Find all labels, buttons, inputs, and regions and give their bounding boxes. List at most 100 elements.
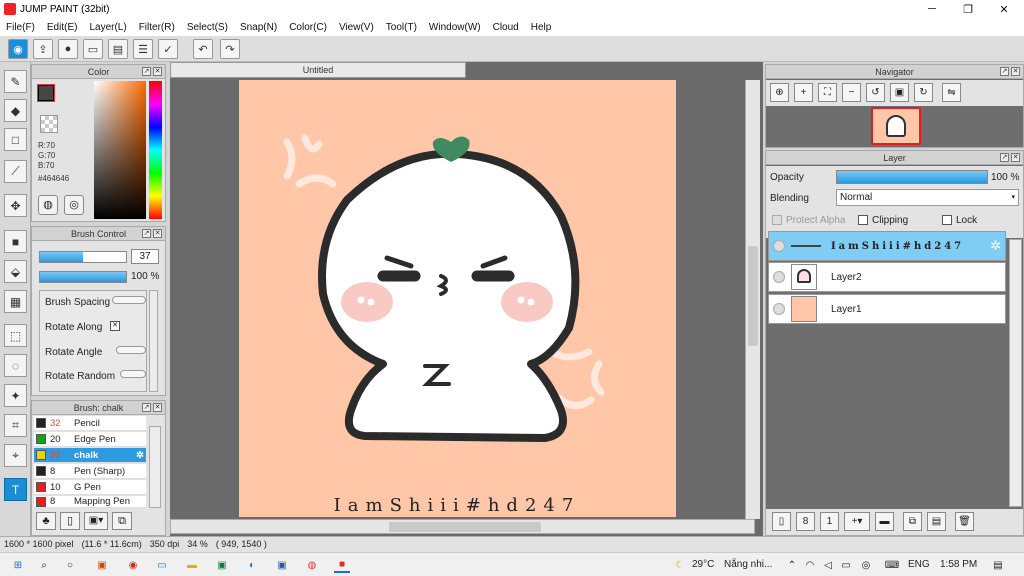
brush-item-edge-pen[interactable]: 20 Edge Pen [34,432,146,447]
zoom-in-icon[interactable]: + [794,83,813,102]
layer-visibility-icon[interactable] [773,271,785,283]
flip-horizontal-icon[interactable]: ⇋ [942,83,961,102]
lasso-tool-icon[interactable]: ◌ [4,354,27,377]
message-icon[interactable]: ▭ [83,39,103,59]
delete-layer-icon[interactable]: 🗑 [955,512,974,531]
brush-copy-icon[interactable]: ⧉ [112,512,132,530]
menu-edit[interactable]: Edit(E) [41,22,84,33]
canvas-horizontal-scrollbar[interactable] [170,519,755,534]
brush-item-pen-sharp[interactable]: 8 Pen (Sharp) [34,464,146,479]
select-eraser-tool-icon[interactable]: ⌖ [4,444,27,467]
file-explorer-icon[interactable]: ▬ [184,557,200,573]
fill-rect-tool-icon[interactable]: ■ [4,230,27,253]
app-red-icon[interactable]: ◉ [125,557,141,573]
menu-color[interactable]: Color(C) [283,22,333,33]
folder-icon[interactable]: ▬ [875,512,894,531]
rotate-random-slider[interactable] [120,370,146,378]
tray-app-icon[interactable]: ◎ [858,557,874,573]
checklist-icon[interactable]: ✓ [158,39,178,59]
menu-snap[interactable]: Snap(N) [234,22,283,33]
edge-browser-icon[interactable]: ◐ [244,557,260,573]
layer-settings-gear-icon[interactable]: ✲ [990,238,1001,254]
panel-close-icon[interactable]: ✕ [153,403,162,412]
rotate-along-checkbox[interactable]: ✕ [110,321,120,331]
navigator-preview[interactable] [871,107,921,145]
menu-tool[interactable]: Tool(T) [380,22,423,33]
brush-item-mapping-pen[interactable]: 8 Mapping Pen [34,496,146,508]
share-icon[interactable]: ⇪ [33,39,53,59]
language-indicator[interactable]: ENG [908,559,930,570]
horizontal-scroll-thumb[interactable] [389,522,541,532]
panel-float-icon[interactable]: ↗ [1000,153,1009,162]
foreground-color-swatch[interactable] [37,84,55,102]
volume-icon[interactable]: ◁ [820,557,836,573]
text-tool-icon[interactable]: T [4,478,27,501]
task-view-icon[interactable]: ○ [62,557,78,573]
panel-float-icon[interactable]: ↗ [142,403,151,412]
menu-select[interactable]: Select(S) [181,22,234,33]
panel-float-icon[interactable]: ↗ [142,229,151,238]
protect-alpha-checkbox[interactable] [772,215,782,225]
clipping-checkbox[interactable] [858,215,868,225]
battery-icon[interactable]: ▭ [838,557,854,573]
brush-item-chalk[interactable]: 37 chalk ✲ [34,448,146,463]
menu-filter[interactable]: Filter(R) [133,22,181,33]
rectangle-tool-icon[interactable]: □ [4,128,27,151]
panel-float-icon[interactable]: ↗ [142,67,151,76]
hue-slider[interactable] [149,81,162,219]
list-icon[interactable]: ☰ [133,39,153,59]
move-tool-icon[interactable]: ✥ [4,194,27,217]
brush-options-scrollbar[interactable] [149,290,158,392]
brush-size-input[interactable]: 37 [131,249,159,264]
powerpoint-icon[interactable]: ▣ [94,557,110,573]
windows-start-icon[interactable]: ⊞ [10,557,26,573]
transparent-swatch[interactable] [40,115,58,133]
document-icon[interactable]: ▤ [108,39,128,59]
layer-list-scrollbar[interactable] [1009,239,1022,507]
new-brush-icon[interactable]: ▯ [60,512,80,530]
brush-size-slider[interactable] [39,251,127,263]
brush-item-g-pen[interactable]: 10 G Pen [34,480,146,495]
bucket-tool-icon[interactable]: ⬙ [4,260,27,283]
cloud-eye-icon[interactable]: ◉ [8,39,28,59]
layer-visibility-icon[interactable] [773,303,785,315]
layer-visibility-icon[interactable] [773,240,785,252]
merge-layer-icon[interactable]: ▤ [927,512,946,531]
lock-checkbox[interactable] [942,215,952,225]
menu-layer[interactable]: Layer(L) [83,22,132,33]
new-1bit-layer-icon[interactable]: 1 [820,512,839,531]
close-button[interactable]: ✕ [986,0,1022,18]
fit-window-icon[interactable]: ⛶ [818,83,837,102]
maximize-button[interactable]: ❐ [950,0,986,18]
redo-icon[interactable]: ↷ [220,39,240,59]
select-pen-tool-icon[interactable]: ⌗ [4,414,27,437]
rect-select-tool-icon[interactable]: ⬚ [4,324,27,347]
menu-window[interactable]: Window(W) [423,22,487,33]
panel-float-icon[interactable]: ↗ [1000,67,1009,76]
brush-list-scrollbar[interactable] [149,426,161,508]
clock-time[interactable]: 1:58 PM [940,559,977,570]
menu-help[interactable]: Help [525,22,558,33]
tray-chevron-icon[interactable]: ⌃ [784,557,800,573]
chrome-icon[interactable]: ◍ [304,557,320,573]
brush-opacity-slider[interactable] [39,271,127,283]
menu-cloud[interactable]: Cloud [487,22,525,33]
saturation-brightness-picker[interactable] [94,81,146,219]
layer-row-layer1[interactable]: Layer1 [768,294,1006,324]
excel-icon[interactable]: ▣ [214,557,230,573]
monitor-icon[interactable]: ▭ [154,557,170,573]
layer-row-text[interactable]: IamShiii#hd247 ✲ [768,231,1006,261]
line-tool-icon[interactable]: ⟋ [4,160,27,183]
layer-opacity-slider[interactable] [836,170,988,184]
wifi-icon[interactable]: ◠ [802,557,818,573]
eraser-tool-icon[interactable]: ◆ [4,99,27,122]
brush-settings-icon[interactable]: ♣ [36,512,56,530]
rotate-left-icon[interactable]: ↺ [866,83,885,102]
gradient-tool-icon[interactable]: ▦ [4,290,27,313]
rotate-angle-slider[interactable] [116,346,146,354]
duplicate-layer-icon[interactable]: ⧉ [903,512,922,531]
zoom-out-icon[interactable]: − [842,83,861,102]
brush-settings-gear-icon[interactable]: ✲ [136,450,144,461]
brush-menu-icon[interactable]: ▣▾ [84,512,108,530]
magic-wand-tool-icon[interactable]: ✦ [4,384,27,407]
